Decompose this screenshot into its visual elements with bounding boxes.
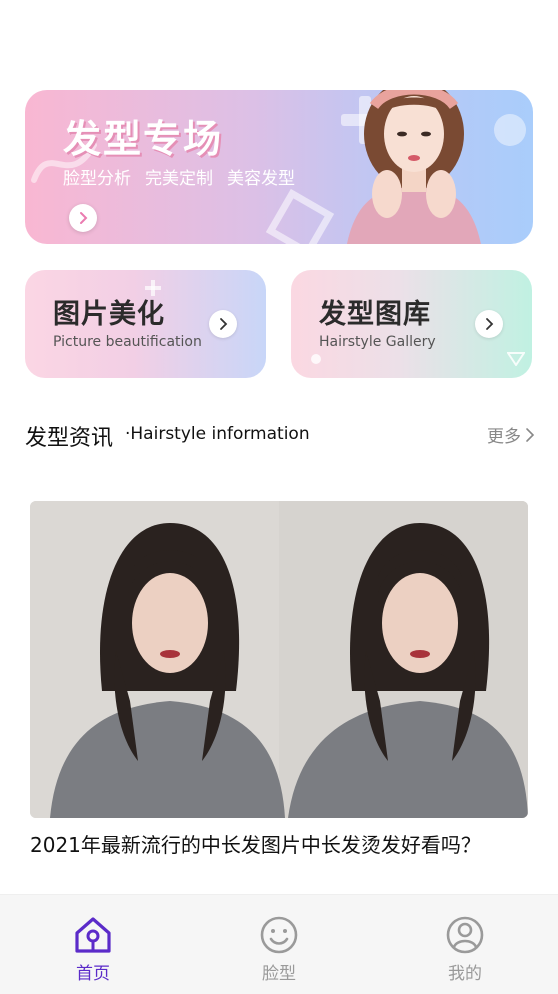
banner-tags: 脸型分析 完美定制 美容发型	[63, 164, 295, 189]
card-title: 发型图库	[319, 299, 431, 330]
smile-face-icon	[260, 916, 298, 954]
banner-title: 发型专场	[63, 117, 224, 161]
tab-face-shape[interactable]: 脸型	[219, 895, 339, 994]
banner-tag: 美容发型	[227, 169, 295, 189]
chevron-right-icon	[80, 212, 88, 224]
banner-tag: 完美定制	[145, 169, 213, 189]
tab-label: 我的	[448, 964, 482, 984]
chevron-right-icon	[220, 318, 228, 330]
decorative-triangle-icon	[507, 352, 525, 366]
decorative-circle	[494, 114, 526, 146]
tab-home[interactable]: 首页	[33, 895, 153, 994]
decorative-diamond	[265, 188, 335, 244]
card-arrow-button[interactable]	[475, 310, 503, 338]
more-label: 更多	[487, 427, 521, 447]
card-title: 图片美化	[53, 299, 165, 330]
hairstyle-gallery-card[interactable]: 发型图库 Hairstyle Gallery	[291, 270, 532, 378]
hairstyle-news-header: 发型资讯 ·Hairstyle information 更多	[25, 418, 535, 451]
bottom-tab-bar: 首页 脸型 我的	[0, 894, 558, 994]
card-arrow-button[interactable]	[209, 310, 237, 338]
banner-arrow-button[interactable]	[69, 204, 97, 232]
tab-label: 脸型	[262, 964, 296, 984]
picture-beautification-card[interactable]: 图片美化 Picture beautification	[25, 270, 266, 378]
tab-label: 首页	[76, 964, 110, 984]
article-thumbnail[interactable]	[30, 501, 528, 818]
card-subtitle: Picture beautification	[53, 334, 202, 350]
card-subtitle: Hairstyle Gallery	[319, 334, 436, 350]
tab-mine[interactable]: 我的	[405, 895, 525, 994]
chevron-right-icon	[486, 318, 494, 330]
chevron-right-icon	[526, 427, 535, 442]
article-title[interactable]: 2021年最新流行的中长发图片中长发烫发好看吗？	[30, 832, 490, 858]
more-link[interactable]: 更多	[487, 422, 535, 447]
hairstyle-banner[interactable]: 发型专场 脸型分析 完美定制 美容发型	[25, 90, 533, 244]
model-portrait-image	[347, 90, 481, 244]
decorative-dot	[311, 354, 321, 364]
section-subtitle: ·Hairstyle information	[125, 424, 310, 444]
hairstyle-photo-image	[30, 501, 528, 818]
section-title: 发型资讯	[25, 426, 114, 451]
banner-tag: 脸型分析	[63, 169, 131, 189]
home-icon	[75, 917, 111, 953]
user-profile-icon	[446, 916, 484, 954]
